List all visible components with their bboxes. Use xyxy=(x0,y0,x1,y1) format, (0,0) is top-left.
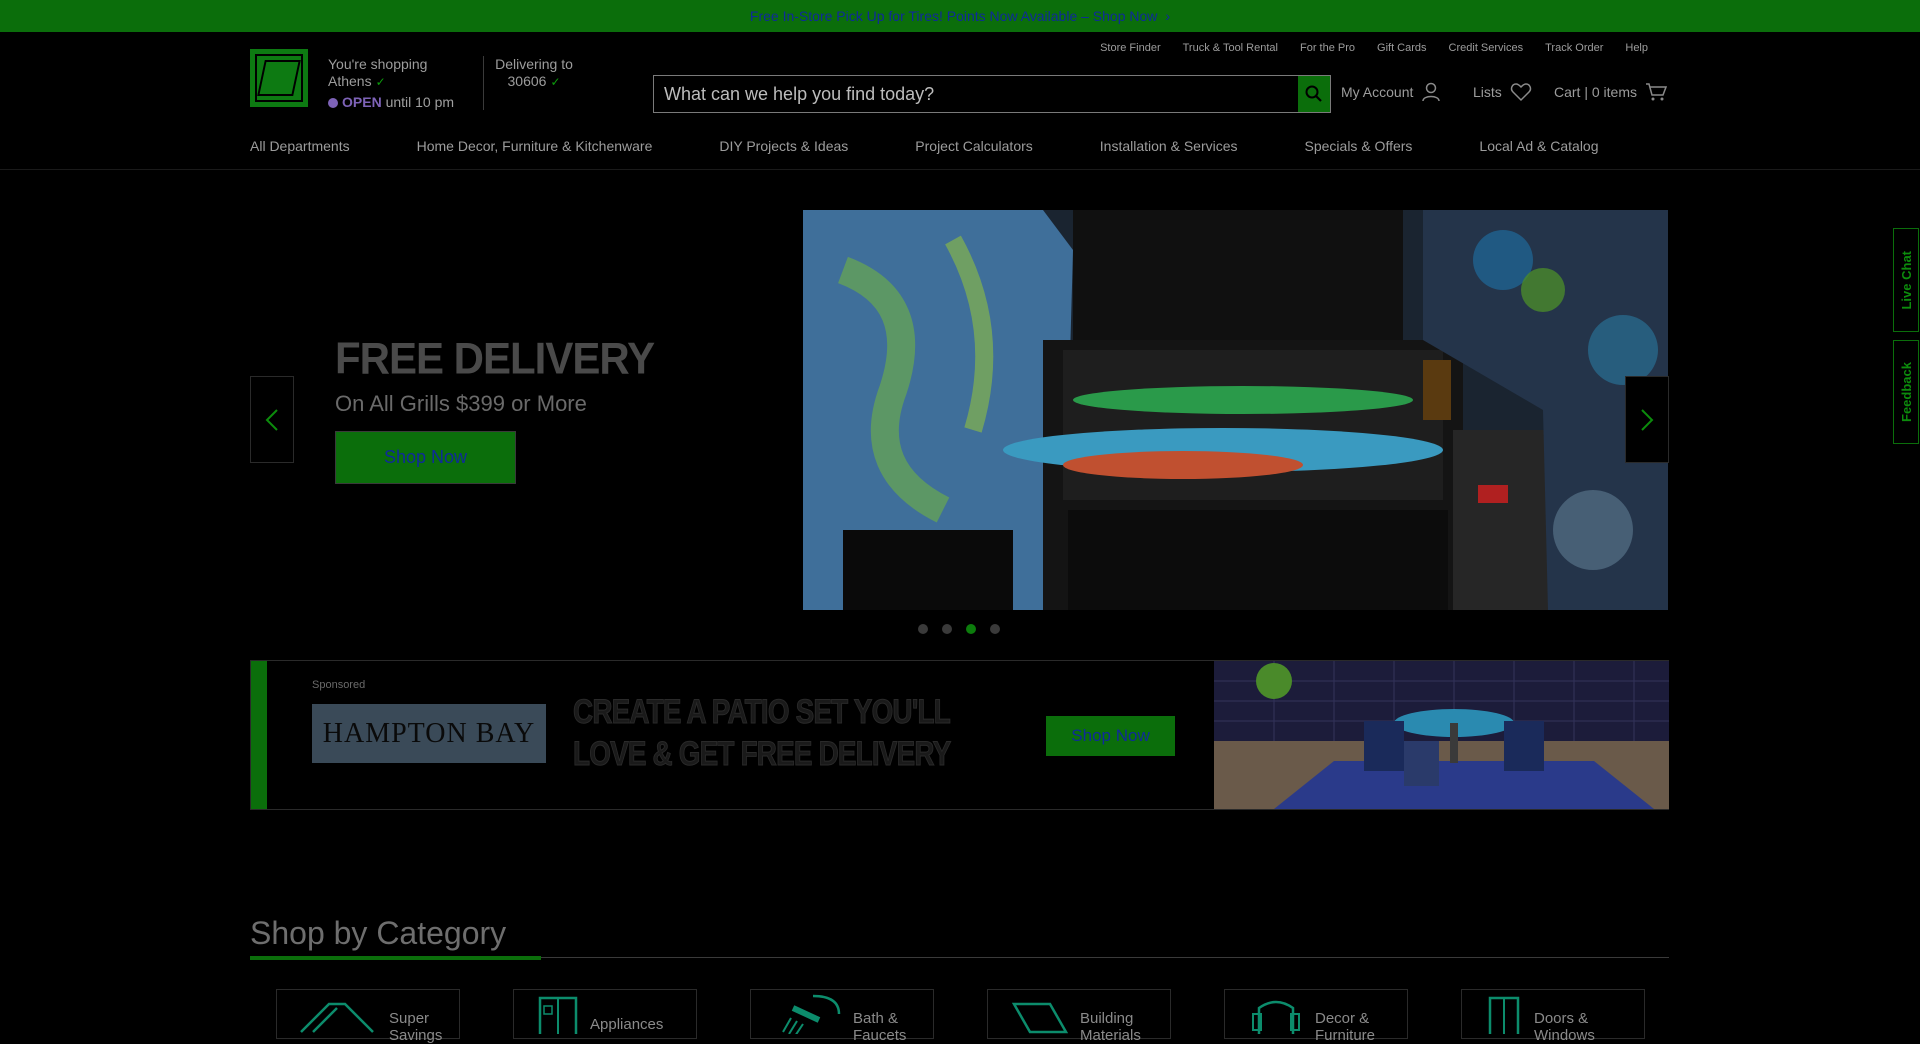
promo-banner[interactable]: Free In-Store Pick Up for Tires! Points … xyxy=(0,0,1920,32)
store-line: You're shopping xyxy=(328,56,428,72)
feedback-label: Feedback xyxy=(1898,362,1914,422)
carousel-next-button[interactable] xyxy=(1625,376,1669,463)
door-icon xyxy=(1488,996,1520,1034)
sponsored-headline: CREATE A PATIO SET YOU'LL LOVE & GET FRE… xyxy=(573,691,952,775)
sponsored-shop-now-button[interactable]: Shop Now xyxy=(1046,716,1175,756)
link-truck-tool-rental[interactable]: Truck & Tool Rental xyxy=(1183,42,1278,54)
link-credit-services[interactable]: Credit Services xyxy=(1449,42,1524,54)
tag-icon xyxy=(300,1002,374,1033)
sponsored-banner[interactable]: Sponsored HAMPTON BAY CREATE A PATIO SET… xyxy=(250,660,1669,810)
category-label: Decor & xyxy=(1315,1010,1370,1027)
category-label: Appliances xyxy=(590,1016,664,1033)
category-label: Furniture xyxy=(1315,1027,1376,1044)
sponsored-headline-line2: LOVE & GET FREE DELIVERY xyxy=(573,735,952,774)
live-chat-label: Live Chat xyxy=(1898,250,1914,310)
nav-all-departments[interactable]: All Departments xyxy=(250,138,350,154)
live-chat-tab[interactable]: Live Chat xyxy=(1893,228,1919,332)
sponsored-headline-line1: CREATE A PATIO SET YOU'LL xyxy=(573,693,952,732)
hero-title: FREE DELIVERY xyxy=(335,333,655,384)
category-label: Faucets xyxy=(853,1027,907,1044)
user-icon xyxy=(1422,82,1441,102)
nav-specials-offers[interactable]: Specials & Offers xyxy=(1305,138,1413,154)
cart-label: Cart | 0 items xyxy=(1554,84,1637,100)
carousel-prev-button[interactable] xyxy=(250,376,294,463)
store-city[interactable]: Athens xyxy=(328,73,372,89)
site-header: You're shopping Athens ✓ OPEN until 10 pm… xyxy=(0,32,1920,170)
category-label: Doors & xyxy=(1534,1010,1589,1027)
category-label: Super xyxy=(389,1010,430,1027)
armchair-icon xyxy=(1252,1000,1300,1034)
category-label: Bath & xyxy=(853,1010,899,1027)
heart-icon xyxy=(1510,83,1531,102)
sponsored-patio-image[interactable] xyxy=(1214,661,1669,809)
category-label: Savings xyxy=(389,1027,443,1044)
lumber-icon xyxy=(1011,1002,1069,1034)
my-account-button[interactable]: My Account xyxy=(1341,82,1441,102)
chevron-left-icon xyxy=(265,408,278,431)
category-label: Windows xyxy=(1534,1027,1595,1044)
hero-image[interactable] xyxy=(803,210,1668,610)
delivery-zip[interactable]: 30606 xyxy=(508,73,547,89)
link-store-finder[interactable]: Store Finder xyxy=(1100,42,1161,54)
link-for-the-pro[interactable]: For the Pro xyxy=(1300,42,1355,54)
header-divider xyxy=(483,56,484,110)
hero-copy: FREE DELIVERY On All Grills $399 or More… xyxy=(335,333,655,484)
lists-label: Lists xyxy=(1473,84,1502,100)
chevron-down-icon: ✓ xyxy=(375,75,386,89)
hampton-bay-logo: HAMPTON BAY xyxy=(312,704,546,763)
chevron-down-icon: ✓ xyxy=(550,75,561,89)
search-input[interactable] xyxy=(654,76,1298,112)
nav-project-calculators[interactable]: Project Calculators xyxy=(915,138,1033,154)
my-account-label: My Account xyxy=(1341,84,1414,100)
delivery-selector[interactable]: Delivering to 30606 ✓ xyxy=(494,56,574,91)
logo-icon[interactable] xyxy=(250,49,308,107)
carousel-dot-1[interactable] xyxy=(918,624,928,634)
refrigerator-icon xyxy=(538,996,578,1034)
hero-subtitle: On All Grills $399 or More xyxy=(335,391,587,416)
sponsored-label: Sponsored xyxy=(312,679,366,691)
search-icon xyxy=(1305,85,1322,102)
carousel-dot-3[interactable] xyxy=(966,624,976,634)
shower-icon xyxy=(782,994,841,1034)
search-bar xyxy=(653,75,1331,113)
main-nav: All Departments Home Decor, Furniture & … xyxy=(250,138,1666,154)
shop-by-category-title: Shop by Category xyxy=(250,915,507,951)
link-help[interactable]: Help xyxy=(1625,42,1648,54)
category-label: Building xyxy=(1080,1010,1134,1027)
nav-home-decor[interactable]: Home Decor, Furniture & Kitchenware xyxy=(417,138,653,154)
feedback-tab[interactable]: Feedback xyxy=(1893,340,1919,444)
carousel-indicators xyxy=(918,624,1000,634)
chevron-right-icon: › xyxy=(1165,8,1171,24)
hero-shop-now-button[interactable]: Shop Now xyxy=(335,431,516,484)
link-gift-cards[interactable]: Gift Cards xyxy=(1377,42,1427,54)
promo-text[interactable]: Free In-Store Pick Up for Tires! Points … xyxy=(750,8,1157,24)
store-selector[interactable]: You're shopping Athens ✓ OPEN until 10 pm xyxy=(328,56,454,111)
nav-installation-services[interactable]: Installation & Services xyxy=(1100,138,1238,154)
delivery-label: Delivering to xyxy=(495,56,573,72)
cart-icon xyxy=(1646,83,1667,101)
open-status: OPEN xyxy=(342,94,382,110)
category-label: Materials xyxy=(1080,1027,1141,1044)
carousel-dot-2[interactable] xyxy=(942,624,952,634)
carousel-dot-4[interactable] xyxy=(990,624,1000,634)
open-status-icon xyxy=(328,98,338,108)
open-hours: until 10 pm xyxy=(385,94,455,110)
nav-diy-projects[interactable]: DIY Projects & Ideas xyxy=(719,138,848,154)
chevron-right-icon xyxy=(1641,408,1654,431)
category-title-underline xyxy=(250,956,541,960)
link-track-order[interactable]: Track Order xyxy=(1545,42,1603,54)
search-button[interactable] xyxy=(1298,76,1330,112)
sponsored-accent-bar xyxy=(251,661,267,809)
lists-button[interactable]: Lists xyxy=(1473,82,1532,102)
cart-button[interactable]: Cart | 0 items xyxy=(1554,82,1667,102)
nav-local-ad[interactable]: Local Ad & Catalog xyxy=(1479,138,1598,154)
utility-links: Store Finder Truck & Tool Rental For the… xyxy=(1100,42,1648,54)
